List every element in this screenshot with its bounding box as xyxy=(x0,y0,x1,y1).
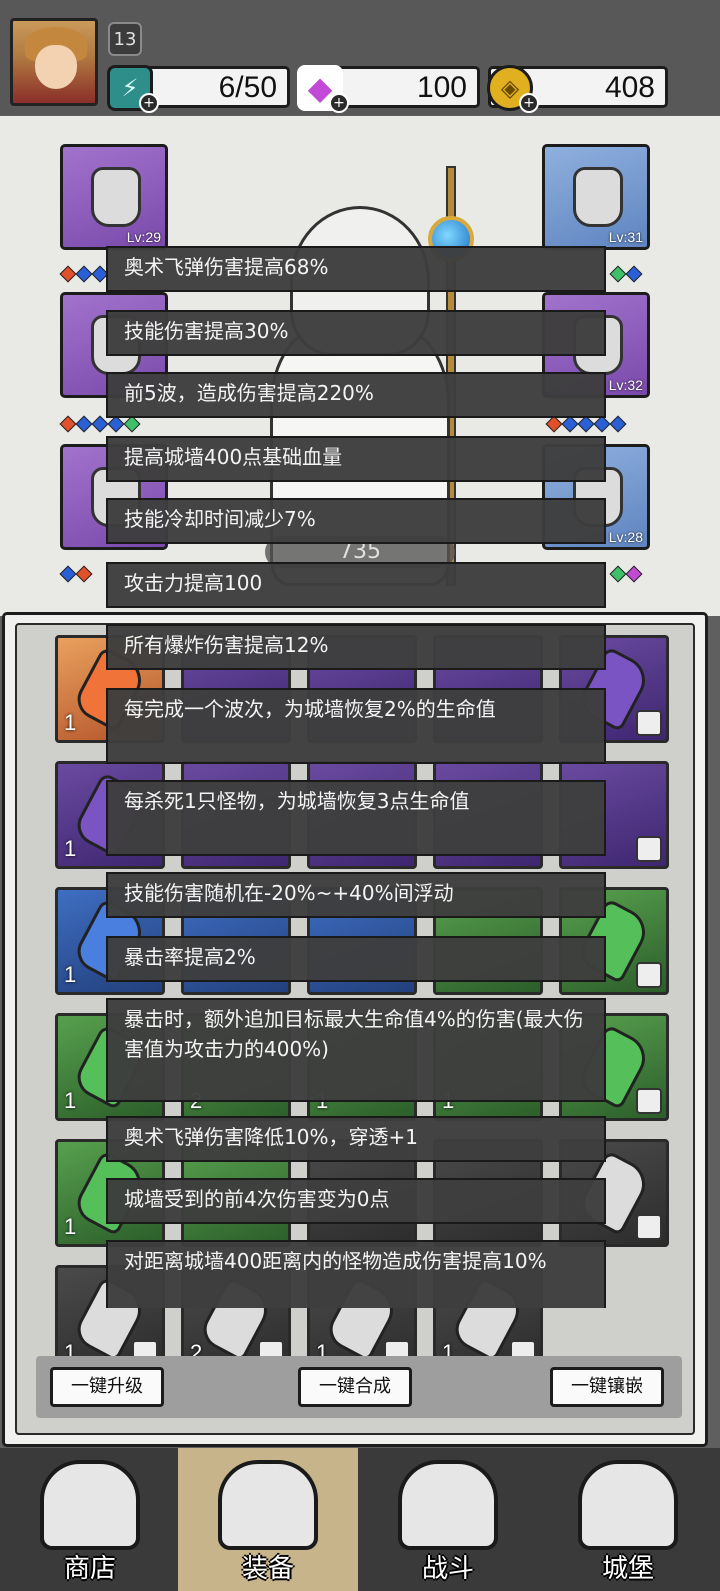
equip-slot-helmet[interactable]: Lv:29 xyxy=(60,144,168,250)
tooltip-line: 奥术飞弹伤害降低10%，穿透+1 xyxy=(106,1116,606,1162)
castle-icon xyxy=(578,1460,678,1550)
nav-label: 商店 xyxy=(63,1554,116,1584)
nav-label: 战斗 xyxy=(421,1554,474,1584)
item-count: 1 xyxy=(64,710,77,735)
blue-gem-icon xyxy=(609,415,627,433)
red-gem-icon xyxy=(75,565,93,583)
gem-sockets xyxy=(609,265,643,284)
tooltip-line: 技能伤害提高30% xyxy=(106,310,606,356)
bottom-nav: 商店 装备 战斗 城堡 xyxy=(0,1448,720,1591)
upgrade-all-button[interactable]: 一键升级 xyxy=(50,1367,164,1407)
boots-tag-icon xyxy=(636,710,662,736)
gems-counter[interactable]: ◆ + 100 xyxy=(297,65,480,113)
tooltip-line: 前5波，造成伤害提高220% xyxy=(106,372,606,418)
top-bar: 13 ⚡ + 6/50 ◆ + 100 ◈ + 408 xyxy=(0,0,720,115)
tooltip-line: 提高城墙400点基础血量 xyxy=(106,436,606,482)
merge-all-button[interactable]: 一键合成 xyxy=(298,1367,412,1407)
blue-gem-icon xyxy=(75,265,93,283)
green-gem-icon xyxy=(609,265,627,283)
ring-tag-icon xyxy=(636,962,662,988)
blue-gem-icon xyxy=(625,265,643,283)
nav-battle[interactable]: 战斗 xyxy=(358,1448,538,1591)
blue-gem-icon xyxy=(75,415,93,433)
purple-gem-icon xyxy=(625,565,643,583)
item-count: 1 xyxy=(64,1214,77,1239)
helmet-icon xyxy=(91,167,141,227)
skill-tooltip: 奥术飞弹伤害提高68% 技能伤害提高30% 前5波，造成伤害提高220% 提高城… xyxy=(106,240,606,1308)
coins-counter[interactable]: ◈ + 408 xyxy=(487,65,668,113)
add-coins-button[interactable]: + xyxy=(519,93,539,113)
add-energy-button[interactable]: + xyxy=(139,93,159,113)
item-count: 1 xyxy=(64,962,77,987)
item-count: 1 xyxy=(64,836,77,861)
tooltip-line: 奥术飞弹伤害提高68% xyxy=(106,246,606,292)
player-avatar[interactable] xyxy=(10,18,98,106)
tooltip-line: 技能伤害随机在-20%~+40%间浮动 xyxy=(106,872,606,918)
gems-value: 100 xyxy=(416,71,467,104)
item-count: 1 xyxy=(64,1088,77,1113)
equip-slot-staff[interactable]: Lv:31 xyxy=(542,144,650,250)
nav-label: 装备 xyxy=(241,1554,294,1584)
inlay-all-button[interactable]: 一键镶嵌 xyxy=(550,1367,664,1407)
nav-equipment[interactable]: 装备 xyxy=(178,1448,358,1591)
tooltip-line: 每完成一个波次，为城墙恢复2%的生命值 xyxy=(106,688,606,764)
gem-sockets xyxy=(59,565,93,584)
green-gem-icon xyxy=(609,565,627,583)
nav-shop[interactable]: 商店 xyxy=(0,1448,180,1591)
gem-sockets xyxy=(609,565,643,584)
nav-label: 城堡 xyxy=(601,1554,654,1584)
red-gem-icon xyxy=(59,415,77,433)
crossed-swords-icon xyxy=(398,1460,498,1550)
energy-value: 6/50 xyxy=(218,71,277,104)
shop-icon xyxy=(40,1460,140,1550)
blue-gem-icon xyxy=(59,565,77,583)
slot-level: Lv:28 xyxy=(608,529,643,545)
nav-castle[interactable]: 城堡 xyxy=(538,1448,718,1591)
player-level-badge: 13 xyxy=(108,22,142,56)
tooltip-line: 攻击力提高100 xyxy=(106,562,606,608)
gem-sockets xyxy=(59,265,109,284)
tooltip-line: 每杀死1只怪物，为城墙恢复3点生命值 xyxy=(106,780,606,856)
tooltip-line: 城墙受到的前4次伤害变为0点 xyxy=(106,1178,606,1224)
tooltip-line: 对距离城墙400距离内的怪物造成伤害提高10% xyxy=(106,1240,606,1308)
add-gems-button[interactable]: + xyxy=(329,93,349,113)
red-gem-icon xyxy=(59,265,77,283)
slot-level: Lv:31 xyxy=(608,229,643,245)
boots-tag-icon xyxy=(636,1214,662,1240)
backpack-icon xyxy=(218,1460,318,1550)
staff-tag-icon xyxy=(636,1088,662,1114)
tooltip-line: 暴击率提高2% xyxy=(106,936,606,982)
avatar-face xyxy=(35,45,77,89)
tooltip-line: 技能冷却时间减少7% xyxy=(106,498,606,544)
energy-counter[interactable]: ⚡ + 6/50 xyxy=(107,65,290,113)
staff-icon xyxy=(573,167,623,227)
slot-level: Lv:32 xyxy=(608,377,643,393)
coins-value: 408 xyxy=(604,71,655,104)
tooltip-line: 暴击时，额外追加目标最大生命值4%的伤害(最大伤害值为攻击力的400%) xyxy=(106,998,606,1102)
necklace-tag-icon xyxy=(636,836,662,862)
tooltip-line: 所有爆炸伤害提高12% xyxy=(106,624,606,670)
